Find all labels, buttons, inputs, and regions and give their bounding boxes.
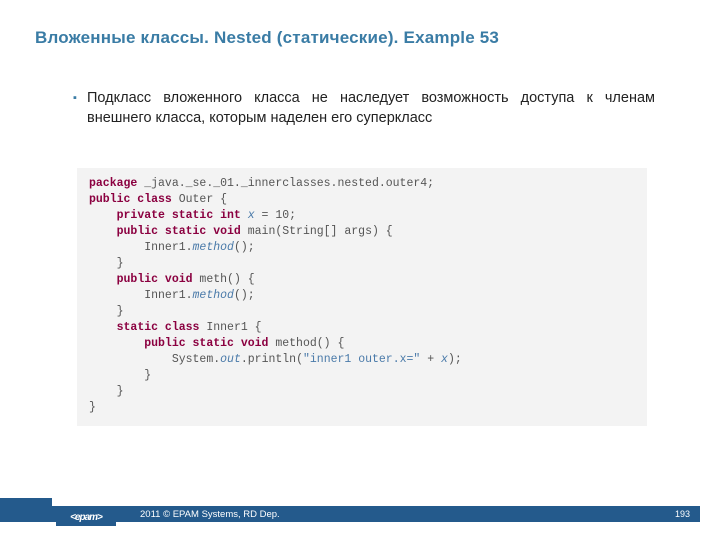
footer: <epam> 2011 © EPAM Systems, RD Dep. 193: [0, 498, 720, 522]
bullet-item: ▪ Подкласс вложенного класса не наследуе…: [73, 88, 655, 128]
content-body: ▪ Подкласс вложенного класса не наследуе…: [73, 88, 655, 128]
copyright-text: 2011 © EPAM Systems, RD Dep.: [140, 509, 280, 520]
bullet-marker: ▪: [73, 88, 87, 128]
code-block: package _java._se._01._innerclasses.nest…: [77, 168, 647, 426]
bullet-text: Подкласс вложенного класса не наследует …: [87, 88, 655, 128]
slide: Вложенные классы. Nested (статические). …: [0, 0, 720, 540]
footer-accent: [0, 498, 52, 522]
epam-logo: <epam>: [56, 508, 116, 526]
page-number: 193: [675, 509, 690, 519]
page-title: Вложенные классы. Nested (статические). …: [35, 28, 499, 48]
